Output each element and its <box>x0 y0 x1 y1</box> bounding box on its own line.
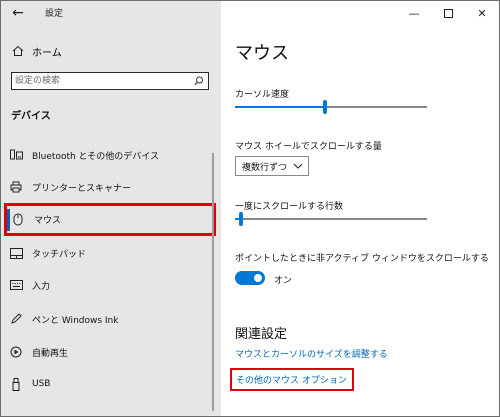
section-title: デバイス <box>11 111 51 122</box>
window-controls: — ✕ <box>397 1 499 25</box>
dropdown-value: 複数行ずつ <box>242 162 288 173</box>
slider-thumb[interactable] <box>239 212 243 226</box>
inactive-scroll-label: ポイントしたときに非アクティブ ウィンドウをスクロールする <box>235 254 489 264</box>
sidebar-scrollbar[interactable] <box>212 153 214 411</box>
related-settings-title: 関連設定 <box>235 327 288 342</box>
sidebar-item-printers[interactable]: プリンターとスキャナー <box>5 176 215 198</box>
maximize-button[interactable] <box>431 1 465 25</box>
page-title: マウス <box>235 43 289 64</box>
slider-track <box>243 218 427 220</box>
close-icon: ✕ <box>477 6 487 20</box>
touchpad-icon <box>8 246 24 260</box>
sidebar-item-mouse[interactable]: マウス <box>4 203 216 236</box>
printer-icon <box>8 180 24 194</box>
sidebar-item-pen[interactable]: ペンと Windows Ink <box>5 308 215 330</box>
inactive-scroll-toggle[interactable] <box>235 271 265 285</box>
back-button[interactable]: ← <box>7 4 29 22</box>
sidebar: ← 設定 ホーム デバイス Bluetooth とその他のデバイス <box>1 1 221 416</box>
minimize-icon: — <box>408 6 420 20</box>
sidebar-item-touchpad[interactable]: タッチパッド <box>5 242 215 264</box>
sidebar-item-label: 自動再生 <box>32 348 69 359</box>
cursor-speed-slider[interactable] <box>235 100 427 114</box>
sidebar-item-home[interactable]: ホーム <box>9 41 214 61</box>
wheel-scroll-label: マウス ホイールでスクロールする量 <box>235 142 382 152</box>
sidebar-item-usb[interactable]: USB <box>5 373 215 395</box>
slider-track <box>327 106 427 108</box>
sidebar-home-label: ホーム <box>32 47 62 59</box>
sidebar-item-label: 入力 <box>32 281 51 292</box>
slider-thumb[interactable] <box>323 100 327 114</box>
toggle-knob <box>254 274 262 282</box>
search-icon[interactable] <box>194 76 204 86</box>
sidebar-item-label: Bluetooth とその他のデバイス <box>32 151 160 162</box>
pen-icon <box>8 312 24 326</box>
search-input[interactable] <box>15 75 185 87</box>
sidebar-item-label: マウス <box>34 216 62 226</box>
toggle-state-label: オン <box>274 276 293 286</box>
maximize-icon <box>443 8 453 18</box>
close-button[interactable]: ✕ <box>465 1 499 25</box>
chevron-down-icon <box>293 163 303 169</box>
lines-per-scroll-label: 一度にスクロールする行数 <box>235 202 344 212</box>
app-title: 設定 <box>45 9 64 19</box>
minimize-button[interactable]: — <box>397 1 431 25</box>
sidebar-item-label: プリンターとスキャナー <box>32 183 132 194</box>
home-icon <box>12 45 24 56</box>
sidebar-item-typing[interactable]: 入力 <box>5 274 215 296</box>
sidebar-item-bluetooth[interactable]: Bluetooth とその他のデバイス <box>5 144 215 166</box>
wheel-scroll-dropdown[interactable]: 複数行ずつ <box>235 156 309 176</box>
autoplay-icon <box>8 345 24 359</box>
lines-per-scroll-slider[interactable] <box>235 212 427 226</box>
settings-window: ← 設定 ホーム デバイス Bluetooth とその他のデバイス <box>0 0 500 417</box>
cursor-size-link[interactable]: マウスとカーソルのサイズを調整する <box>235 347 388 360</box>
back-arrow-icon: ← <box>12 5 24 21</box>
bluetooth-devices-icon <box>8 148 24 162</box>
sidebar-item-autoplay[interactable]: 自動再生 <box>5 341 215 363</box>
additional-mouse-options-link[interactable]: その他のマウス オプション <box>230 368 354 391</box>
selection-indicator <box>7 209 10 231</box>
search-box[interactable] <box>11 72 209 90</box>
keyboard-icon <box>8 278 24 292</box>
sidebar-item-label: USB <box>32 379 51 389</box>
cursor-speed-label: カーソル速度 <box>235 90 290 100</box>
sidebar-item-label: ペンと Windows Ink <box>32 315 119 326</box>
mouse-icon <box>10 213 26 227</box>
slider-fill <box>235 106 323 108</box>
main-content: — ✕ マウス カーソル速度 マウス ホイールでスクロールする量 複数行ずつ 一… <box>221 1 499 416</box>
sidebar-item-label: タッチパッド <box>32 249 87 260</box>
usb-icon <box>8 377 24 391</box>
